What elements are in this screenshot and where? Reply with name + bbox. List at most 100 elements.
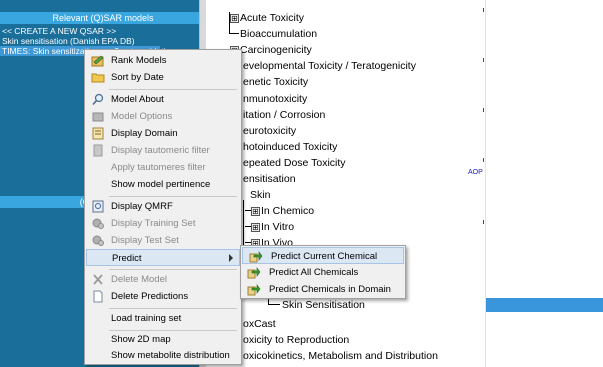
- menu-separator: [109, 89, 237, 90]
- document-icon: [91, 144, 105, 157]
- selected-row-highlight[interactable]: [486, 298, 603, 312]
- menu-item-label: Display Test Set: [111, 235, 179, 246]
- tree-node-toxicity-to-reproduction[interactable]: oxicity to Reproduction: [243, 334, 349, 347]
- menu-item-display-domain[interactable]: Display Domain: [85, 125, 241, 142]
- menu-item-label: Show model pertinence: [111, 179, 211, 190]
- menu-item-apply-tautomeres-filter[interactable]: Apply tautomeres filter: [85, 159, 241, 176]
- tree-connector: [229, 33, 239, 34]
- predict-arrow-icon: [247, 283, 261, 296]
- expand-icon[interactable]: ⊞: [230, 14, 239, 23]
- menu-separator: [109, 269, 237, 270]
- tree-node-photoinduced-toxicity[interactable]: hotoinduced Toxicity: [243, 141, 337, 154]
- menu-item-label: Sort by Date: [111, 72, 164, 83]
- tree-connector: [243, 200, 244, 248]
- menu-item-label: Display QMRF: [111, 201, 173, 212]
- predict-arrow-icon: [249, 250, 263, 263]
- tree-node-neurotoxicity[interactable]: eurotoxicity: [243, 125, 296, 138]
- delete-icon: [91, 273, 105, 286]
- tree-node-bioaccumulation[interactable]: Bioaccumulation: [240, 28, 317, 41]
- tree-node-label: Acute Toxicity: [240, 12, 304, 24]
- menu-item-predict-current-chemical[interactable]: Predict Current Chemical: [242, 247, 404, 264]
- menu-separator: [109, 308, 237, 309]
- menu-item-label: Model Options: [111, 111, 173, 122]
- test-set-icon: [91, 234, 105, 247]
- qmrf-icon: [91, 200, 105, 213]
- tree-node-irritation-corrosion[interactable]: itation / Corrosion: [243, 109, 325, 122]
- tree-node-carcinogenicity[interactable]: ⊞Carcinogenicity: [230, 44, 312, 57]
- rank-icon: [91, 54, 105, 67]
- column-tick: [483, 108, 484, 112]
- tree-node-genetic-toxicity[interactable]: enetic Toxicity: [243, 76, 308, 89]
- tree-node-label: In Chemico: [261, 205, 315, 217]
- tree-connector: [245, 242, 251, 243]
- tree-node-label: Carcinogenicity: [240, 44, 312, 56]
- panel-header-relevant-models: Relevant (Q)SAR models: [0, 12, 206, 24]
- tree-node-skin-sensitisation[interactable]: Skin Sensitisation: [282, 299, 365, 312]
- tree-node-toxcast[interactable]: oxCast: [243, 318, 276, 331]
- menu-item-show-model-pertinence[interactable]: Show model pertinence: [85, 176, 241, 193]
- tree-connector: [245, 226, 251, 227]
- tree-node-immunotoxicity[interactable]: nmunotoxicity: [243, 93, 307, 106]
- menu-item-model-about[interactable]: Model About: [85, 91, 241, 108]
- tree-node-in-chemico[interactable]: ⊞ In Chemico: [245, 205, 314, 218]
- predict-arrow-icon: [247, 266, 261, 279]
- tree-node-toxicokinetics[interactable]: oxicokinetics, Metabolism and Distributi…: [243, 350, 438, 363]
- page-icon: [91, 290, 105, 303]
- context-menu[interactable]: Rank Models Sort by Date Model About Mod…: [84, 49, 242, 365]
- menu-item-label: Show metabolite distribution: [111, 350, 230, 361]
- tree-node-in-vitro[interactable]: ⊞ In Vitro: [245, 221, 294, 234]
- menu-item-label: Predict Current Chemical: [271, 251, 378, 262]
- menu-item-label: Delete Model: [111, 274, 167, 285]
- menu-item-delete-model[interactable]: Delete Model: [85, 271, 241, 288]
- menu-item-label: Load training set: [111, 313, 182, 324]
- tree-node-acute-toxicity[interactable]: ⊞ Acute Toxicity: [230, 12, 304, 25]
- menu-item-label: Delete Predictions: [111, 291, 189, 302]
- tree-node-skin[interactable]: Skin: [250, 189, 270, 202]
- menu-item-label: Apply tautomeres filter: [111, 162, 206, 173]
- tree-connector: [268, 304, 280, 305]
- menu-item-label: Display tautomeric filter: [111, 145, 210, 156]
- predict-submenu[interactable]: Predict Current Chemical Predict All Che…: [240, 245, 406, 299]
- options-icon: [91, 110, 105, 123]
- menu-item-display-tautomeric-filter[interactable]: Display tautomeric filter: [85, 142, 241, 159]
- expand-icon[interactable]: ⊞: [251, 223, 260, 232]
- menu-item-show-metabolite-distribution[interactable]: Show metabolite distribution: [85, 347, 241, 364]
- menu-item-model-options[interactable]: Model Options: [85, 108, 241, 125]
- domain-icon: [91, 127, 105, 140]
- menu-item-label: Show 2D map: [111, 334, 171, 345]
- menu-item-display-training-set[interactable]: Display Training Set: [85, 215, 241, 232]
- tree-node-sensitisation[interactable]: ensitisation: [243, 173, 296, 186]
- menu-item-label: Display Training Set: [111, 218, 196, 229]
- menu-item-label: Predict: [112, 253, 142, 264]
- menu-item-label: Model About: [111, 94, 164, 105]
- training-set-icon: [91, 217, 105, 230]
- menu-item-load-training-set[interactable]: Load training set: [85, 310, 241, 327]
- tree-node-developmental-toxicity[interactable]: evelopmental Toxicity / Teratogenicity: [243, 60, 416, 73]
- menu-separator: [109, 196, 237, 197]
- menu-item-predict[interactable]: Predict: [86, 249, 240, 266]
- tree-node-label: In Vitro: [261, 221, 295, 233]
- column-tick: [483, 8, 484, 12]
- menu-item-predict-chemicals-in-domain[interactable]: Predict Chemicals in Domain: [241, 281, 405, 298]
- menu-item-display-qmrf[interactable]: Display QMRF: [85, 198, 241, 215]
- menu-item-predict-all-chemicals[interactable]: Predict All Chemicals: [241, 264, 405, 281]
- submenu-arrow-icon: [229, 254, 233, 262]
- list-item-create-qsar[interactable]: << CREATE A NEW QSAR >>: [2, 26, 116, 36]
- tree-connector: [245, 210, 251, 211]
- folder-icon: [91, 71, 105, 84]
- menu-item-rank-models[interactable]: Rank Models: [85, 52, 241, 69]
- aop-label: AOP: [468, 169, 483, 176]
- magnifier-icon: [91, 93, 105, 106]
- menu-item-show-2d-map[interactable]: Show 2D map: [85, 331, 241, 348]
- expand-icon[interactable]: ⊞: [251, 207, 260, 216]
- column-tick: [483, 220, 484, 224]
- menu-item-sort-by-date[interactable]: Sort by Date: [85, 69, 241, 86]
- menu-item-delete-predictions[interactable]: Delete Predictions: [85, 288, 241, 305]
- menu-item-label: Display Domain: [111, 128, 178, 139]
- column-tick: [483, 58, 484, 62]
- column-tick: [483, 158, 484, 162]
- tree-node-repeated-dose-toxicity[interactable]: epeated Dose Toxicity: [243, 157, 346, 170]
- menu-item-display-test-set[interactable]: Display Test Set: [85, 232, 241, 249]
- menu-item-label: Predict All Chemicals: [269, 267, 359, 278]
- list-item-skin-sensitisation-danish[interactable]: Skin sensitisation (Danish EPA DB): [2, 36, 135, 46]
